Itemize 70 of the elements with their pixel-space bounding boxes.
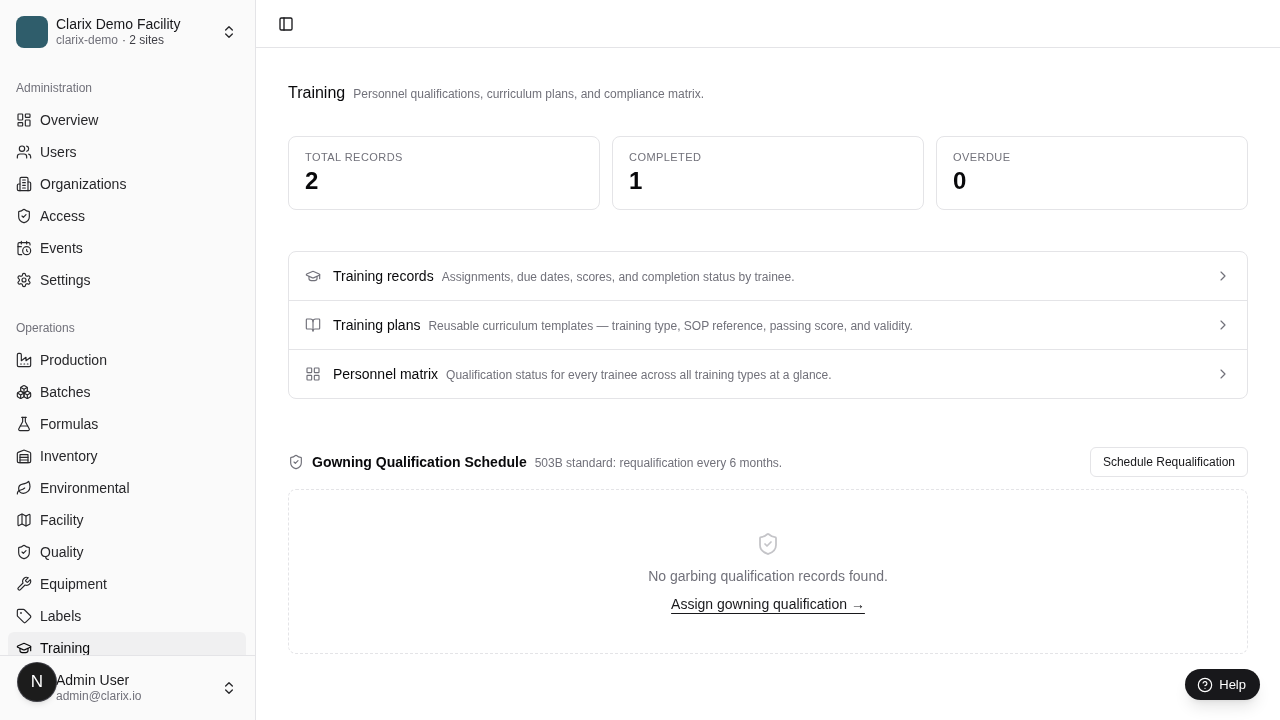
page-description: Personnel qualifications, curriculum plans, and compliance matrix. [353,86,705,103]
nav-item[interactable]: Environmental [8,472,246,504]
book-icon [305,317,321,333]
nav-item[interactable]: Labels [8,600,246,632]
page-title: Training [288,83,346,103]
graduation-cap-icon [305,268,321,284]
stat-label: COMPLETED [629,150,702,165]
link-description: Assignments, due dates, scores, and completion status by trainee. [441,268,795,286]
shield-check-icon [16,208,32,224]
nav-item[interactable]: Facility [8,504,246,536]
nav-item[interactable]: Batches [8,376,246,408]
nav-item[interactable]: Production [8,344,246,376]
help-icon [1197,676,1214,693]
org-name: Clarix Demo Facility [56,16,182,32]
nav-item[interactable]: Equipment [8,568,246,600]
user-email: admin@clarix.io [56,688,143,704]
graduation-cap-icon [16,640,32,655]
warehouse-icon [16,448,32,464]
section-title: Gowning Qualification Schedule [312,452,527,472]
boxes-icon [16,384,32,400]
calendar-clock-icon [16,240,32,256]
org-site-count: · 2 sites [122,32,165,48]
link-description: Reusable curriculum templates — training type, SOP reference, passing score, and validity. [428,317,913,335]
sidebar-toggle-icon [278,15,294,32]
link-row[interactable]: Personnel matrix Qualification status for every trainee across all training types at a glance. [289,349,1247,398]
shield-check-icon [756,532,780,556]
nav-section-label: Operations [15,320,76,337]
link-description: Qualification status for every trainee across all training types at a glance. [446,366,832,384]
map-icon [16,512,32,528]
nav-item[interactable]: Formulas [8,408,246,440]
leaf-icon [16,480,32,496]
section-description: 503B standard: requalification every 6 months. [534,454,783,472]
empty-state-message: No garbing qualification records found. [648,567,888,586]
nav-section-label: Administration [15,80,94,97]
nav-item[interactable]: Inventory [8,440,246,472]
nav-item[interactable]: Settings [8,264,246,296]
stat-value: 1 [629,166,643,196]
shield-check-icon [288,454,304,470]
nav-item[interactable]: Events [8,232,246,264]
shield-check-icon [16,544,32,560]
factory-icon [16,352,32,368]
link-title: Personnel matrix [333,364,439,384]
wrench-icon [16,576,32,592]
help-button[interactable]: Help [1185,669,1260,700]
tag-icon [16,608,32,624]
user-name: Admin User [56,672,131,688]
link-title: Training records [333,266,434,286]
link-title: Training plans [333,315,421,335]
nav-item[interactable]: Overview [8,104,246,136]
settings-icon [16,272,32,288]
org-slug: clarix-demo [56,32,118,48]
stat-label: OVERDUE [953,150,1011,165]
dashboard-icon [16,112,32,128]
grid-icon [305,366,321,382]
nav-item[interactable]: Users [8,136,246,168]
link-row[interactable]: Training plans Reusable curriculum templates — training type, SOP reference, passing score, and validity. [289,300,1247,349]
building-icon [16,176,32,192]
nav-item[interactable]: Organizations [8,168,246,200]
stat-value: 2 [305,166,319,196]
nav-item[interactable]: Quality [8,536,246,568]
flask-icon [16,416,32,432]
nav-item[interactable]: Training [8,632,246,655]
stat-value: 0 [953,166,967,196]
schedule-requalification-button[interactable]: Schedule Requalification [1089,447,1248,477]
link-row[interactable]: Training records Assignments, due dates, scores, and completion status by trainee. [289,252,1247,300]
org-logo [16,16,48,48]
users-icon [16,144,32,160]
stat-label: TOTAL RECORDS [305,150,403,165]
nav-item[interactable]: Access [8,200,246,232]
assign-qualification-link[interactable]: Assign gowning qualification → [671,594,865,614]
